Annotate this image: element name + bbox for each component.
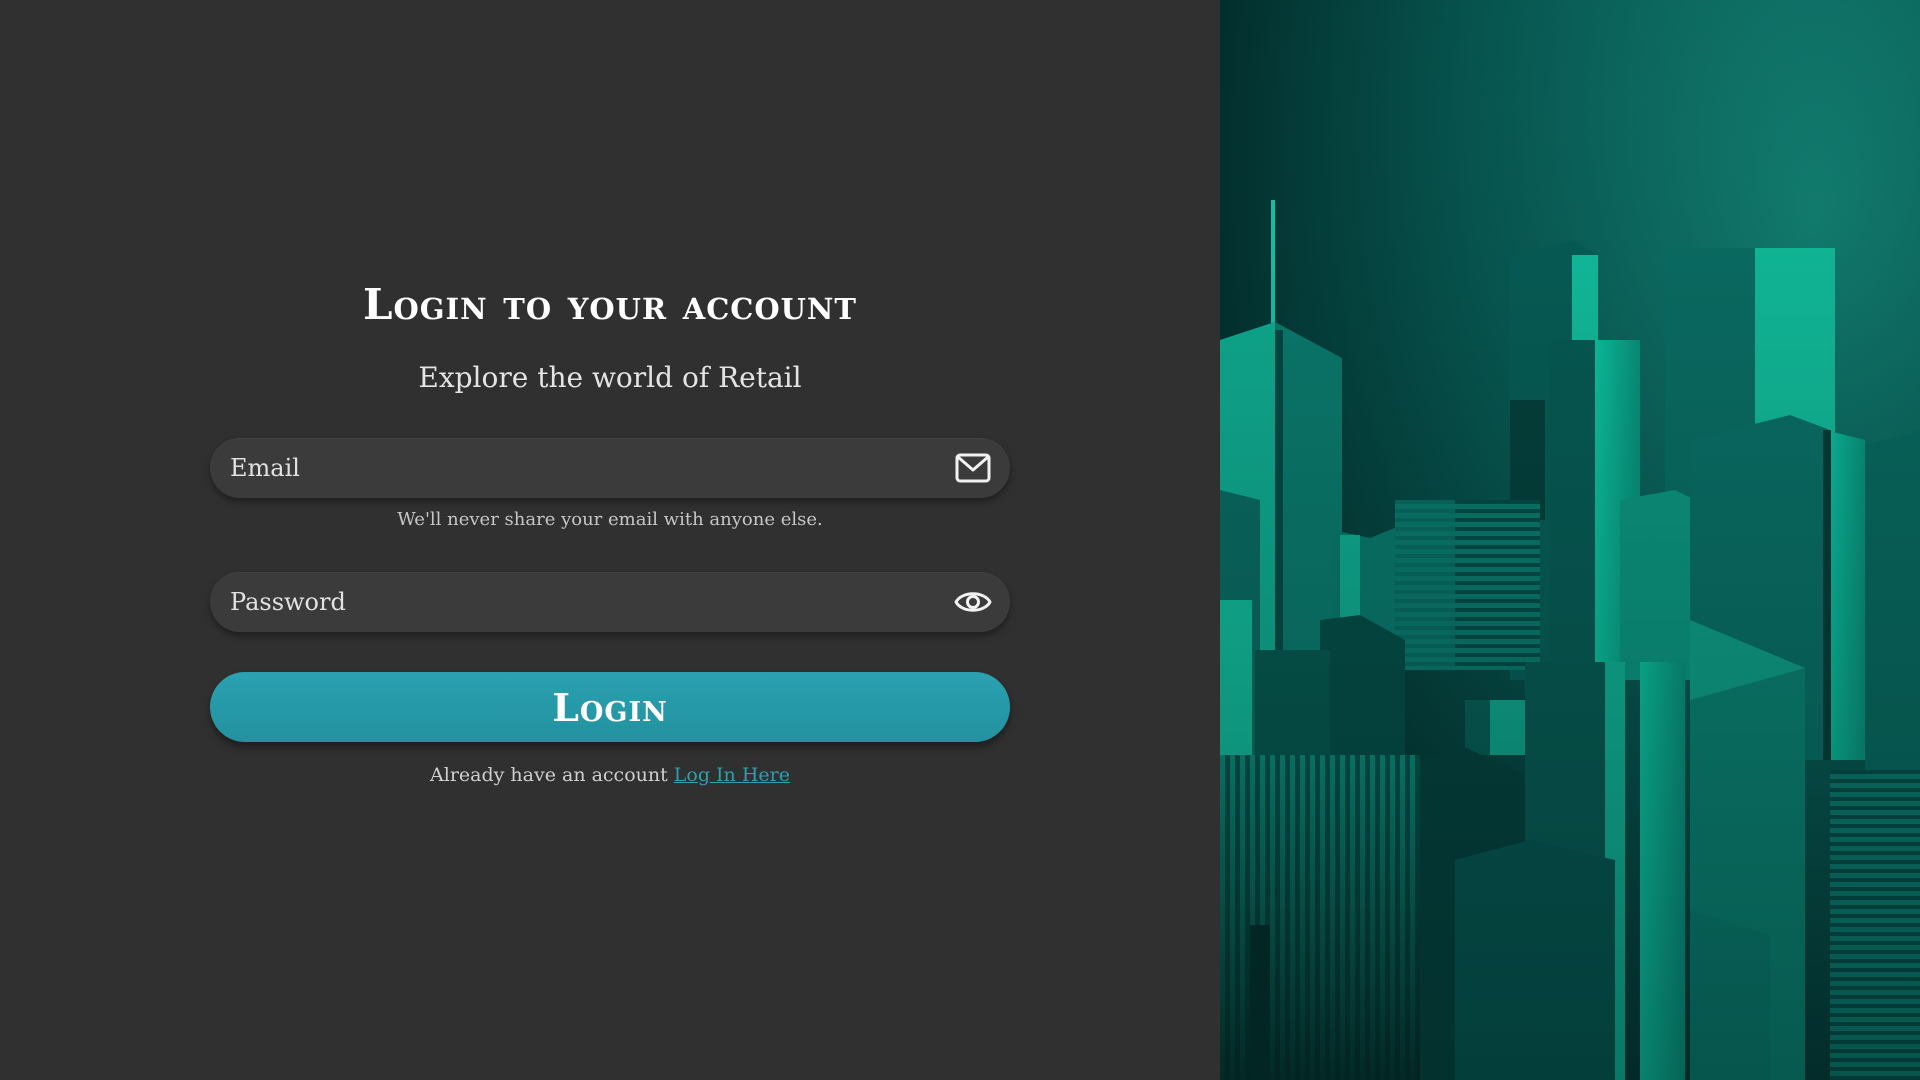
log-in-here-link[interactable]: Log In Here: [674, 764, 790, 786]
email-help-text: We'll never share your email with anyone…: [397, 509, 823, 530]
cityscape-illustration: [1220, 0, 1920, 1080]
password-field-wrapper: [210, 572, 1010, 632]
account-prompt-text: Already have an account: [430, 764, 668, 786]
login-button[interactable]: Login: [210, 672, 1010, 742]
login-panel: Login to your account Explore the world …: [0, 0, 1220, 1080]
cityscape-image: [1220, 0, 1920, 1080]
account-prompt-line: Already have an account Log In Here: [210, 760, 1010, 790]
email-field-wrapper: [210, 438, 1010, 498]
login-form: Login to your account Explore the world …: [210, 270, 1010, 790]
eye-icon[interactable]: [954, 584, 992, 620]
page-title: Login to your account: [363, 280, 857, 329]
page-subtitle: Explore the world of Retail: [418, 361, 802, 394]
email-field[interactable]: [210, 438, 1010, 498]
envelope-icon: [954, 450, 992, 486]
password-field[interactable]: [210, 572, 1010, 632]
